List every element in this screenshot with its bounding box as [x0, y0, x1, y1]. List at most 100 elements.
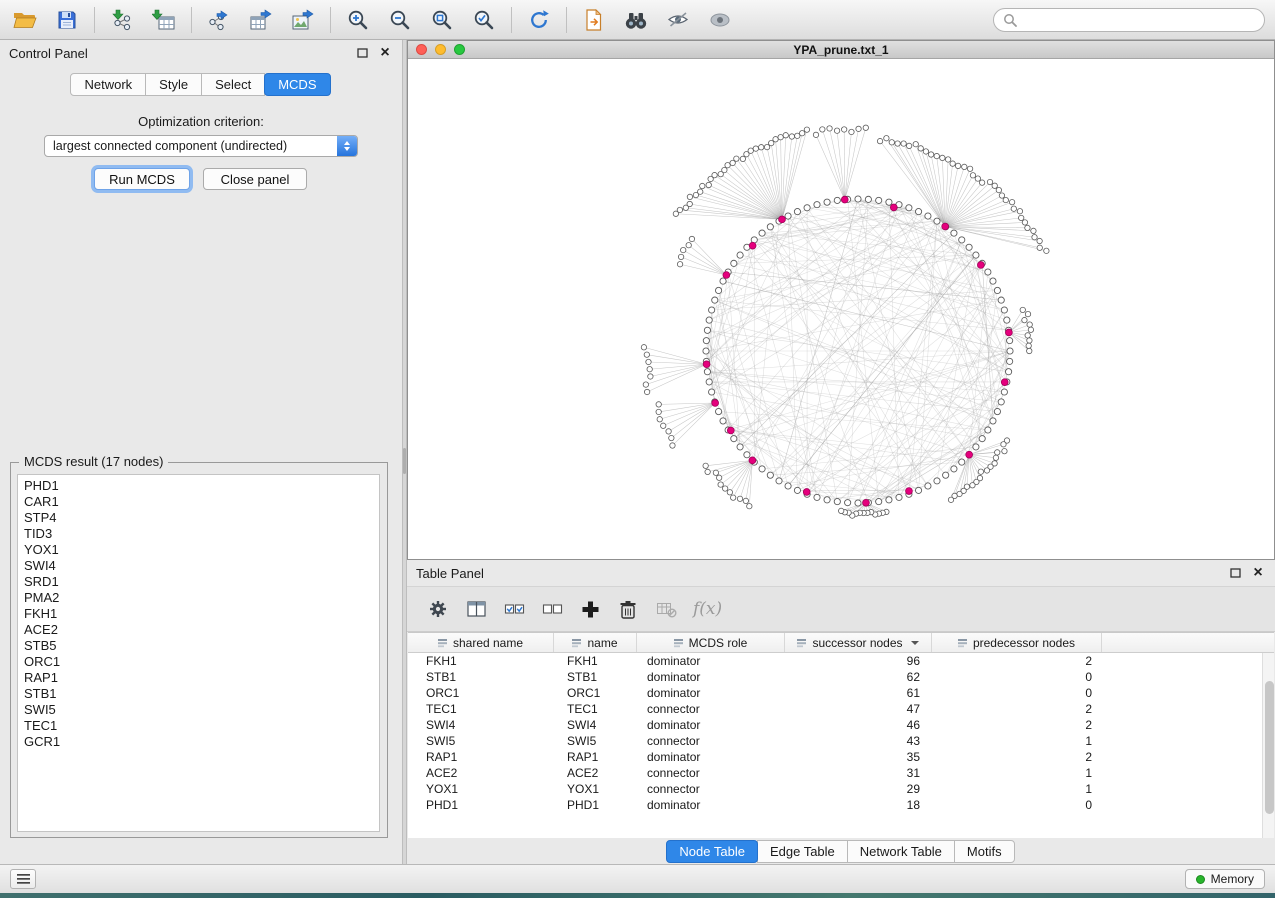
mcds-result-item[interactable]: SWI5 — [24, 702, 379, 718]
search-input[interactable] — [1023, 13, 1255, 27]
zoom-fit-button[interactable] — [427, 5, 457, 35]
zoom-in-button[interactable] — [343, 5, 373, 35]
tab-network[interactable]: Network — [70, 73, 146, 96]
mcds-result-item[interactable]: PMA2 — [24, 590, 379, 606]
folder-open-icon — [13, 10, 37, 30]
mcds-result-item[interactable]: ACE2 — [24, 622, 379, 638]
network-canvas[interactable] — [408, 60, 1274, 559]
network-titlebar[interactable]: YPA_prune.txt_1 — [408, 41, 1274, 59]
floppy-disk-icon — [57, 10, 77, 30]
column-header-shared-name[interactable]: shared name — [408, 633, 554, 652]
column-header-mcds-role[interactable]: MCDS role — [637, 633, 785, 652]
table-panel-title: Table Panel — [416, 566, 1220, 581]
tab-network-table[interactable]: Network Table — [847, 840, 955, 863]
mcds-result-title: MCDS result (17 nodes) — [19, 454, 168, 469]
table-cell: FKH1 — [554, 654, 637, 668]
table-cell: STB1 — [408, 670, 554, 684]
mcds-result-item[interactable]: SWI4 — [24, 558, 379, 574]
tab-select[interactable]: Select — [201, 73, 265, 96]
export-image-button[interactable] — [288, 5, 318, 35]
table-cell: 29 — [785, 782, 932, 796]
table-row[interactable]: SWI5SWI5connector431 — [408, 733, 1262, 749]
zoom-out-button[interactable] — [385, 5, 415, 35]
table-row[interactable]: YOX1YOX1connector291 — [408, 781, 1262, 797]
table-cell: PHD1 — [408, 798, 554, 812]
mcds-result-item[interactable]: STB5 — [24, 638, 379, 654]
close-window-button[interactable] — [416, 44, 427, 55]
float-table-panel-icon[interactable] — [1227, 565, 1243, 581]
mcds-result-item[interactable]: STB1 — [24, 686, 379, 702]
table-row[interactable]: SWI4SWI4dominator462 — [408, 717, 1262, 733]
import-table-button[interactable] — [149, 5, 179, 35]
table-settings-button[interactable] — [425, 596, 451, 622]
splitter-handle-icon[interactable] — [403, 448, 406, 474]
network-title: YPA_prune.txt_1 — [793, 43, 888, 57]
maximize-window-button[interactable] — [454, 44, 465, 55]
optimization-dropdown[interactable]: largest connected component (undirected) — [44, 135, 358, 157]
mcds-result-item[interactable]: STP4 — [24, 510, 379, 526]
zoom-selected-button[interactable] — [469, 5, 499, 35]
birds-eye-view-button[interactable] — [705, 5, 735, 35]
save-session-button[interactable] — [52, 5, 82, 35]
search-box[interactable] — [993, 8, 1265, 32]
network-graph-svg[interactable] — [408, 60, 1274, 560]
tab-node-table[interactable]: Node Table — [666, 840, 758, 863]
network-window: YPA_prune.txt_1 — [407, 40, 1275, 560]
select-all-button[interactable] — [501, 596, 527, 622]
column-header-name[interactable]: name — [554, 633, 637, 652]
table-row[interactable]: TEC1TEC1connector472 — [408, 701, 1262, 717]
tab-style[interactable]: Style — [145, 73, 202, 96]
mcds-result-item[interactable]: RAP1 — [24, 670, 379, 686]
mcds-result-item[interactable]: TEC1 — [24, 718, 379, 734]
column-header-predecessor-nodes[interactable]: predecessor nodes — [932, 633, 1102, 652]
float-panel-icon[interactable] — [354, 45, 370, 61]
run-mcds-button[interactable]: Run MCDS — [94, 168, 190, 190]
function-builder-button: f(x) — [693, 599, 722, 619]
tab-edge-table[interactable]: Edge Table — [757, 840, 848, 863]
trash-icon — [617, 599, 639, 620]
graphics-details-icon — [667, 11, 689, 28]
graphics-details-button[interactable] — [663, 5, 693, 35]
table-row[interactable]: STB1STB1dominator620 — [408, 669, 1262, 685]
scrollbar-thumb[interactable] — [1265, 681, 1274, 814]
table-scrollbar[interactable] — [1262, 653, 1274, 838]
open-session-button[interactable] — [10, 5, 40, 35]
table-row[interactable]: ACE2ACE2connector311 — [408, 765, 1262, 781]
table-row[interactable]: RAP1RAP1dominator352 — [408, 749, 1262, 765]
refresh-network-button[interactable] — [524, 5, 554, 35]
first-neighbors-button[interactable] — [621, 5, 651, 35]
export-network-button[interactable] — [204, 5, 234, 35]
mcds-result-item[interactable]: PHD1 — [24, 478, 379, 494]
close-table-panel-icon[interactable]: × — [1250, 565, 1266, 581]
close-panel-button[interactable]: Close panel — [203, 168, 307, 190]
close-panel-icon[interactable]: × — [377, 45, 393, 61]
export-table-button[interactable] — [246, 5, 276, 35]
mcds-result-item[interactable]: CAR1 — [24, 494, 379, 510]
mcds-result-item[interactable]: TID3 — [24, 526, 379, 542]
mcds-result-item[interactable]: GCR1 — [24, 734, 379, 750]
tab-motifs[interactable]: Motifs — [954, 840, 1015, 863]
application-window: Control Panel × Network Style Select MCD… — [0, 0, 1275, 898]
memory-button[interactable]: Memory — [1185, 869, 1265, 889]
minimize-window-button[interactable] — [435, 44, 446, 55]
create-column-button[interactable] — [577, 596, 603, 622]
table-row[interactable]: PHD1PHD1dominator180 — [408, 797, 1262, 813]
column-header-filler — [1102, 633, 1274, 652]
table-cell: dominator — [637, 654, 785, 668]
table-row[interactable]: ORC1ORC1dominator610 — [408, 685, 1262, 701]
tab-mcds[interactable]: MCDS — [264, 73, 330, 96]
table-row[interactable]: FKH1FKH1dominator962 — [408, 653, 1262, 669]
status-bar: Memory — [0, 864, 1275, 893]
share-document-button[interactable] — [579, 5, 609, 35]
import-network-button[interactable] — [107, 5, 137, 35]
column-header-successor-nodes[interactable]: successor nodes — [785, 633, 932, 652]
status-menu-button[interactable] — [10, 869, 36, 889]
mcds-result-item[interactable]: SRD1 — [24, 574, 379, 590]
deselect-all-button[interactable] — [539, 596, 565, 622]
mcds-result-item[interactable]: ORC1 — [24, 654, 379, 670]
mcds-result-item[interactable]: YOX1 — [24, 542, 379, 558]
mcds-result-item[interactable]: FKH1 — [24, 606, 379, 622]
delete-column-button[interactable] — [615, 596, 641, 622]
show-columns-button[interactable] — [463, 596, 489, 622]
mcds-result-list[interactable]: PHD1CAR1STP4TID3YOX1SWI4SRD1PMA2FKH1ACE2… — [17, 474, 380, 832]
